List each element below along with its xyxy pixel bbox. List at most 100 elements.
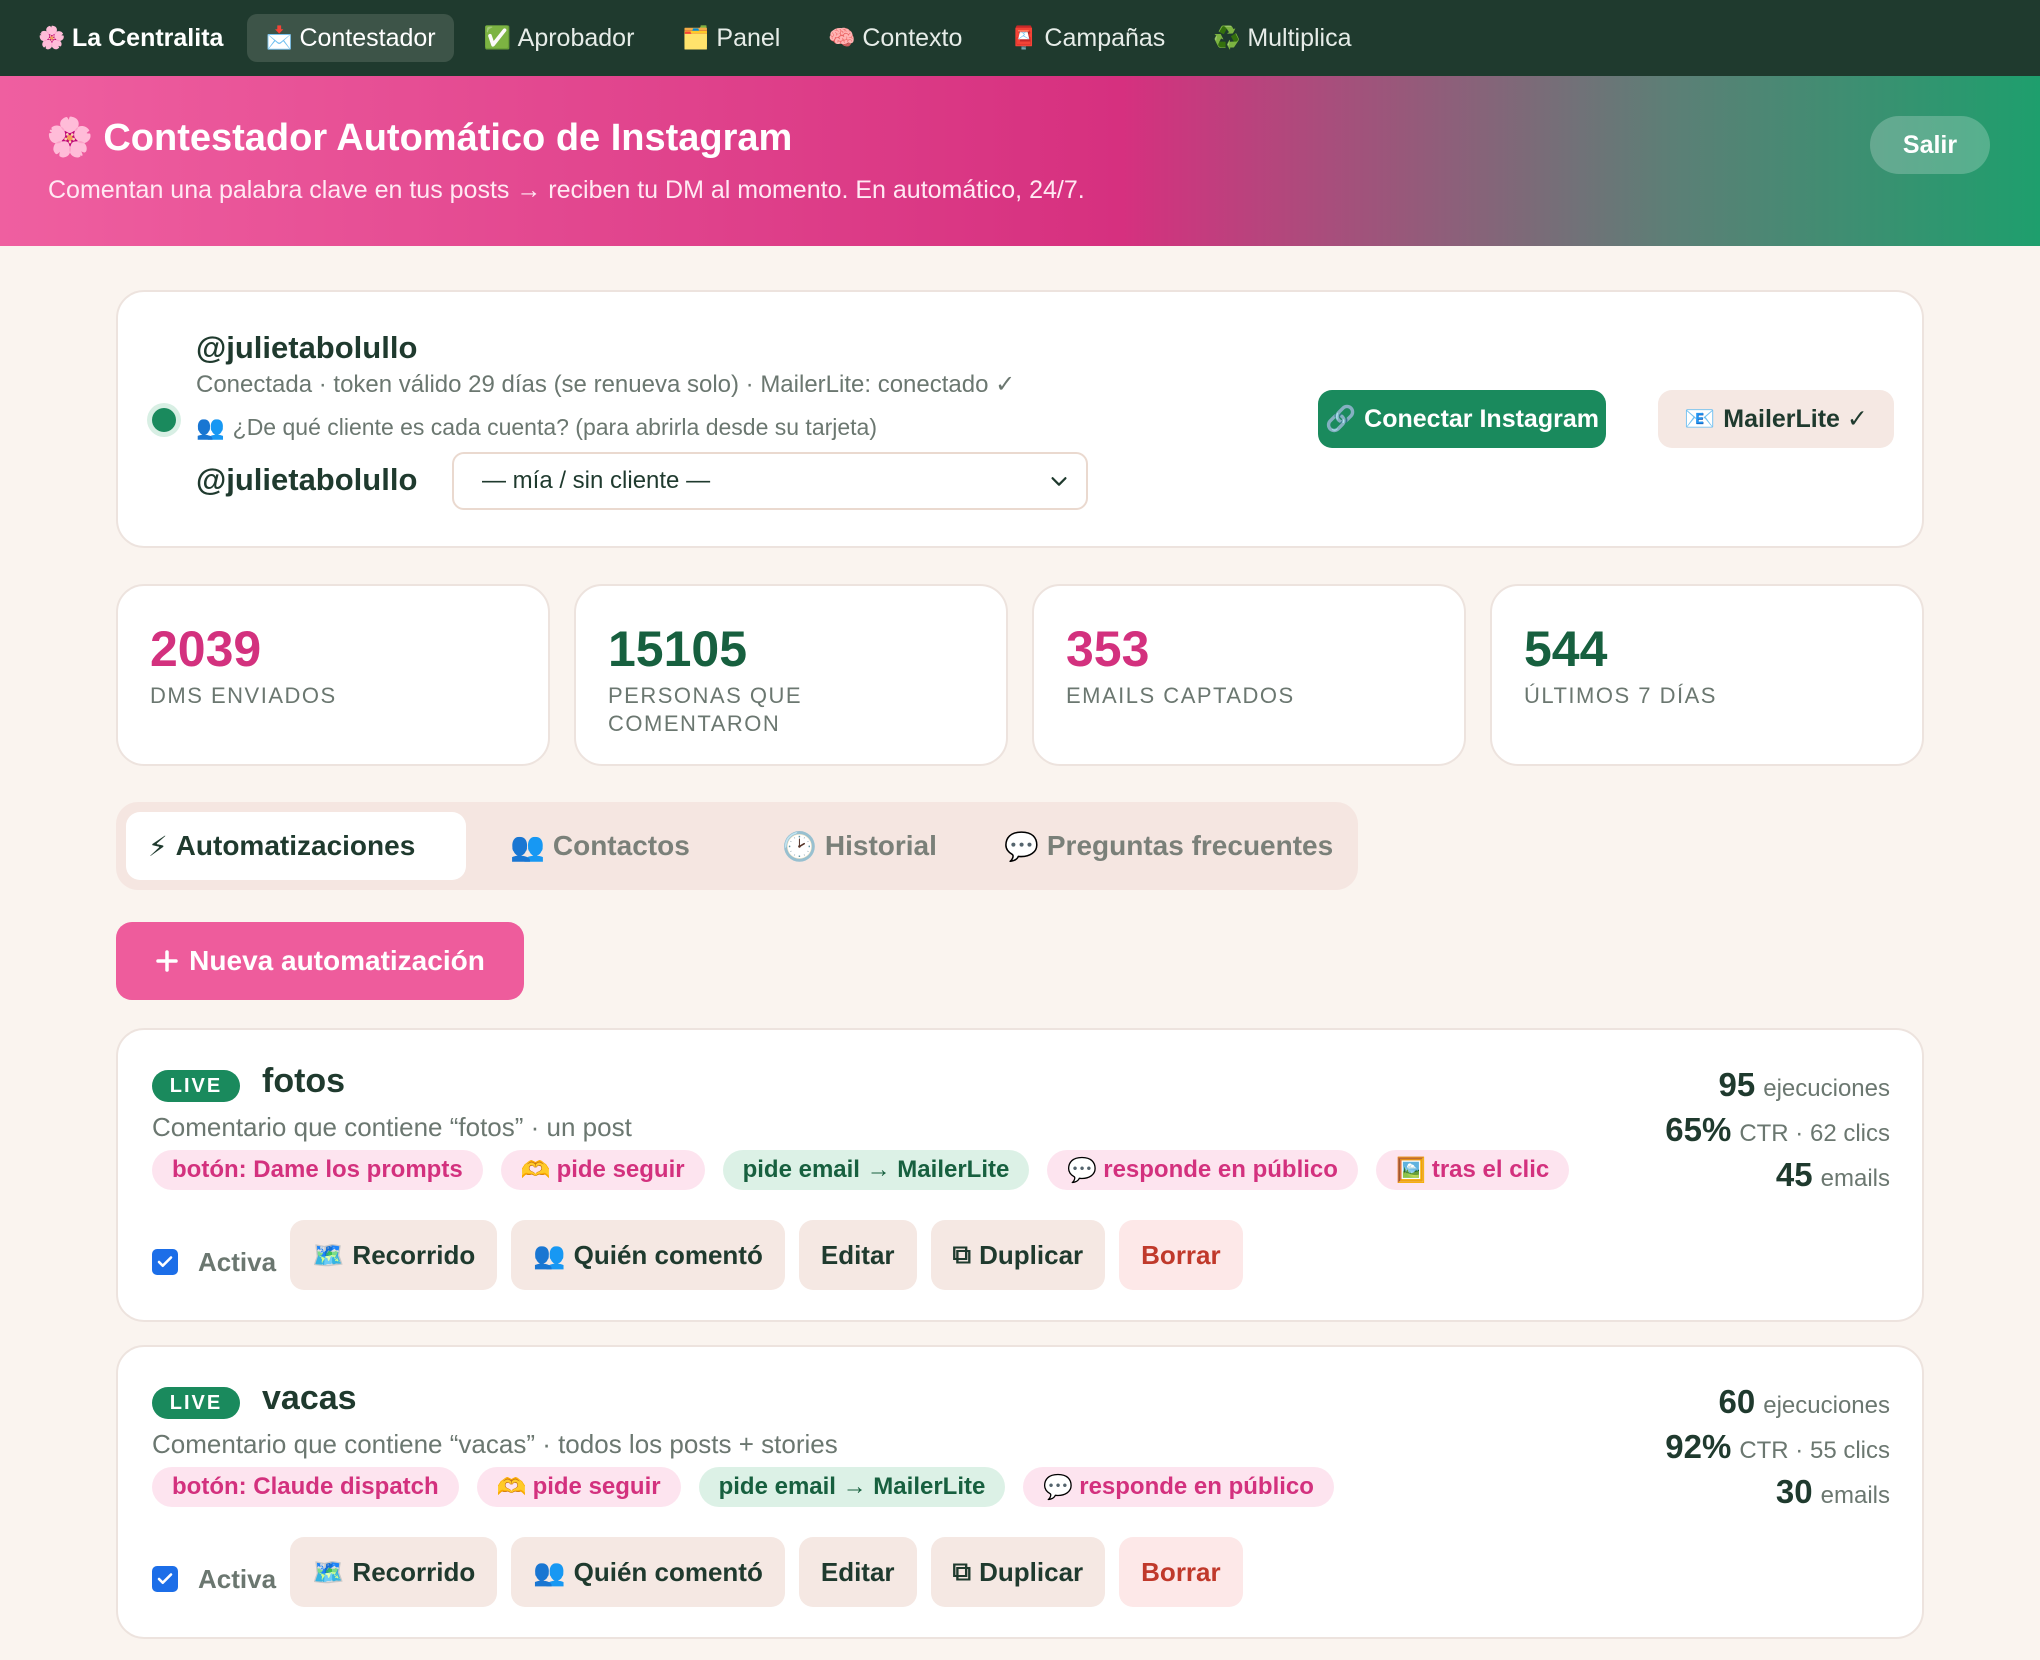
tab-label: Automatizaciones	[175, 830, 416, 861]
delete-button[interactable]: Borrar	[1119, 1537, 1243, 1607]
recycle-icon: ♻️	[1213, 25, 1241, 50]
chip-asks-email: pide email → MailerLite	[698, 1467, 1006, 1507]
nav-tab-contestador[interactable]: 📩 Contestador	[247, 14, 454, 62]
stat-card-dms: 2039 DMs enviados	[116, 584, 550, 766]
emails-metric: 30 emails	[1775, 1473, 1890, 1510]
people-icon: 👥	[510, 830, 545, 862]
account-meta: Conectada · token válido 29 días (se ren…	[196, 371, 1016, 398]
duplicate-button[interactable]: ⧉ Duplicar	[930, 1537, 1106, 1607]
automation-chips: botón: Claude dispatch 🫶 pide seguir pide…	[152, 1467, 1334, 1507]
flower-icon: 🌸	[38, 25, 66, 50]
tab-historial[interactable]: 🕑 Historial	[760, 812, 959, 880]
copy-icon: ⧉	[952, 1556, 972, 1586]
automation-chips: botón: Dame los prompts 🫶 pide seguir pid…	[152, 1150, 1570, 1190]
automation-description: Comentario que contiene “vacas” · todos …	[152, 1429, 838, 1459]
tab-preguntas-frecuentes[interactable]: 💬 Preguntas frecuentes	[982, 812, 1355, 880]
logout-button[interactable]: Salir	[1870, 116, 1990, 174]
account-row-handle: @julietabolullo	[196, 462, 418, 497]
clock-icon: 🕑	[782, 830, 817, 862]
speech-bubble-icon: 💬	[1067, 1156, 1098, 1184]
stat-card-last-7-days: 544 Últimos 7 días	[1490, 584, 1924, 766]
automation-card: LIVE vacas Comentario que contiene “vaca…	[116, 1345, 1924, 1639]
mailerlite-button[interactable]: 📧 MailerLite ✓	[1658, 390, 1894, 448]
heart-hands-icon: 🫶	[520, 1156, 551, 1184]
chip-after-click: 🖼️ tras el clic	[1375, 1150, 1570, 1190]
chip-public-reply: 💬 responde en público	[1023, 1467, 1334, 1507]
status-dot	[152, 408, 176, 432]
stat-label: Últimos 7 días	[1524, 683, 1717, 708]
heart-hands-icon: 🫶	[496, 1473, 527, 1501]
live-badge: LIVE	[152, 1387, 240, 1419]
check-icon: ✅	[483, 25, 512, 50]
speech-bubble-icon: 💬	[1043, 1473, 1074, 1501]
stat-value: 15105	[608, 621, 748, 677]
nav-tab-multiplica[interactable]: ♻️ Multiplica	[1195, 14, 1369, 62]
brand-label: La Centralita	[72, 23, 224, 52]
map-icon: 🗺️	[312, 1239, 345, 1270]
route-button[interactable]: 🗺️ Recorrido	[290, 1220, 498, 1290]
live-badge: LIVE	[152, 1070, 240, 1102]
chip-button-text: botón: Claude dispatch	[152, 1467, 459, 1507]
nav-tab-label: Aprobador	[517, 23, 635, 52]
stat-label: Personas que comentaron	[608, 683, 803, 736]
nav-tab-campanas[interactable]: 📮 Campañas	[992, 14, 1183, 62]
account-handle: @julietabolullo	[196, 330, 418, 365]
nav-tab-panel[interactable]: 🗂️ Panel	[664, 14, 798, 62]
active-label: Activa	[198, 1246, 277, 1277]
automation-description: Comentario que contiene “fotos” · un pos…	[152, 1112, 632, 1142]
route-button[interactable]: 🗺️ Recorrido	[290, 1537, 498, 1607]
delete-button[interactable]: Borrar	[1119, 1220, 1243, 1290]
map-icon: 🗺️	[312, 1556, 345, 1587]
chip-button-text: botón: Dame los prompts	[152, 1150, 483, 1190]
tab-label: Contactos	[552, 830, 690, 861]
tab-label: Historial	[824, 830, 937, 861]
client-question: 👥 ¿De qué cliente es cada cuenta? (para …	[196, 414, 877, 441]
stat-card-emails: 353 Emails captados	[1032, 584, 1466, 766]
stat-value: 353	[1066, 621, 1150, 677]
flower-icon: 🌸	[46, 117, 94, 159]
active-checkbox[interactable]	[152, 1566, 178, 1592]
copy-icon: ⧉	[952, 1239, 972, 1269]
folder-icon: 🗂️	[682, 25, 710, 50]
new-automation-button[interactable]: Nueva automatización	[116, 922, 524, 1000]
mailbox-icon: 📮	[1010, 25, 1038, 50]
ctr-metric: 65% CTR · 62 clics	[1665, 1111, 1890, 1148]
new-automation-label: Nueva automatización	[189, 945, 485, 976]
checkmark-icon	[157, 1573, 173, 1585]
people-icon: 👥	[533, 1556, 566, 1587]
page-title: 🌸 Contestador Automático de Instagram	[46, 116, 792, 160]
edit-button[interactable]: Editar	[798, 1537, 917, 1607]
plus-icon	[156, 950, 178, 972]
client-question-text: ¿De qué cliente es cada cuenta? (para ab…	[232, 414, 878, 440]
stat-label: Emails captados	[1066, 683, 1295, 708]
chevron-down-icon	[1051, 477, 1067, 486]
tab-contactos[interactable]: 👥 Contactos	[488, 812, 712, 880]
stat-value: 2039	[150, 621, 262, 677]
hero-banner: 🌸 Contestador Automático de Instagram Co…	[0, 76, 2040, 246]
tab-automatizaciones[interactable]: ⚡ Automatizaciones	[126, 812, 466, 880]
automation-card: LIVE fotos Comentario que contiene “foto…	[116, 1028, 1924, 1322]
brand[interactable]: 🌸 La Centralita	[38, 24, 223, 53]
people-icon: 👥	[196, 414, 225, 440]
page-subtitle: Comentan una palabra clave en tus posts …	[48, 176, 1085, 204]
automation-actions: Activa 🗺️ Recorrido 👥 Quién comentó Editar…	[152, 1537, 1257, 1607]
automation-metrics: 60 ejecuciones 92% CTR · 55 clics 30 emails	[1665, 1383, 1890, 1518]
emails-metric: 45 emails	[1775, 1156, 1890, 1193]
brain-icon: 🧠	[828, 25, 856, 50]
nav-tab-aprobador[interactable]: ✅ Aprobador	[466, 14, 653, 62]
connect-instagram-button[interactable]: 🔗 Conectar Instagram	[1318, 390, 1606, 448]
picture-icon: 🖼️	[1395, 1156, 1426, 1184]
nav-tab-contexto[interactable]: 🧠 Contexto	[810, 14, 980, 62]
link-icon: 🔗	[1325, 404, 1357, 433]
account-card: @julietabolullo Conectada · token válido…	[116, 290, 1924, 548]
mailerlite-label: MailerLite ✓	[1723, 405, 1868, 433]
client-select[interactable]: — mía / sin cliente —	[452, 452, 1088, 510]
who-commented-button[interactable]: 👥 Quién comentó	[511, 1220, 785, 1290]
who-commented-button[interactable]: 👥 Quién comentó	[511, 1537, 785, 1607]
chip-asks-email: pide email → MailerLite	[722, 1150, 1030, 1190]
edit-button[interactable]: Editar	[798, 1220, 917, 1290]
automation-name: vacas	[262, 1379, 357, 1417]
duplicate-button[interactable]: ⧉ Duplicar	[930, 1220, 1106, 1290]
chip-public-reply: 💬 responde en público	[1047, 1150, 1358, 1190]
active-checkbox[interactable]	[152, 1249, 178, 1275]
